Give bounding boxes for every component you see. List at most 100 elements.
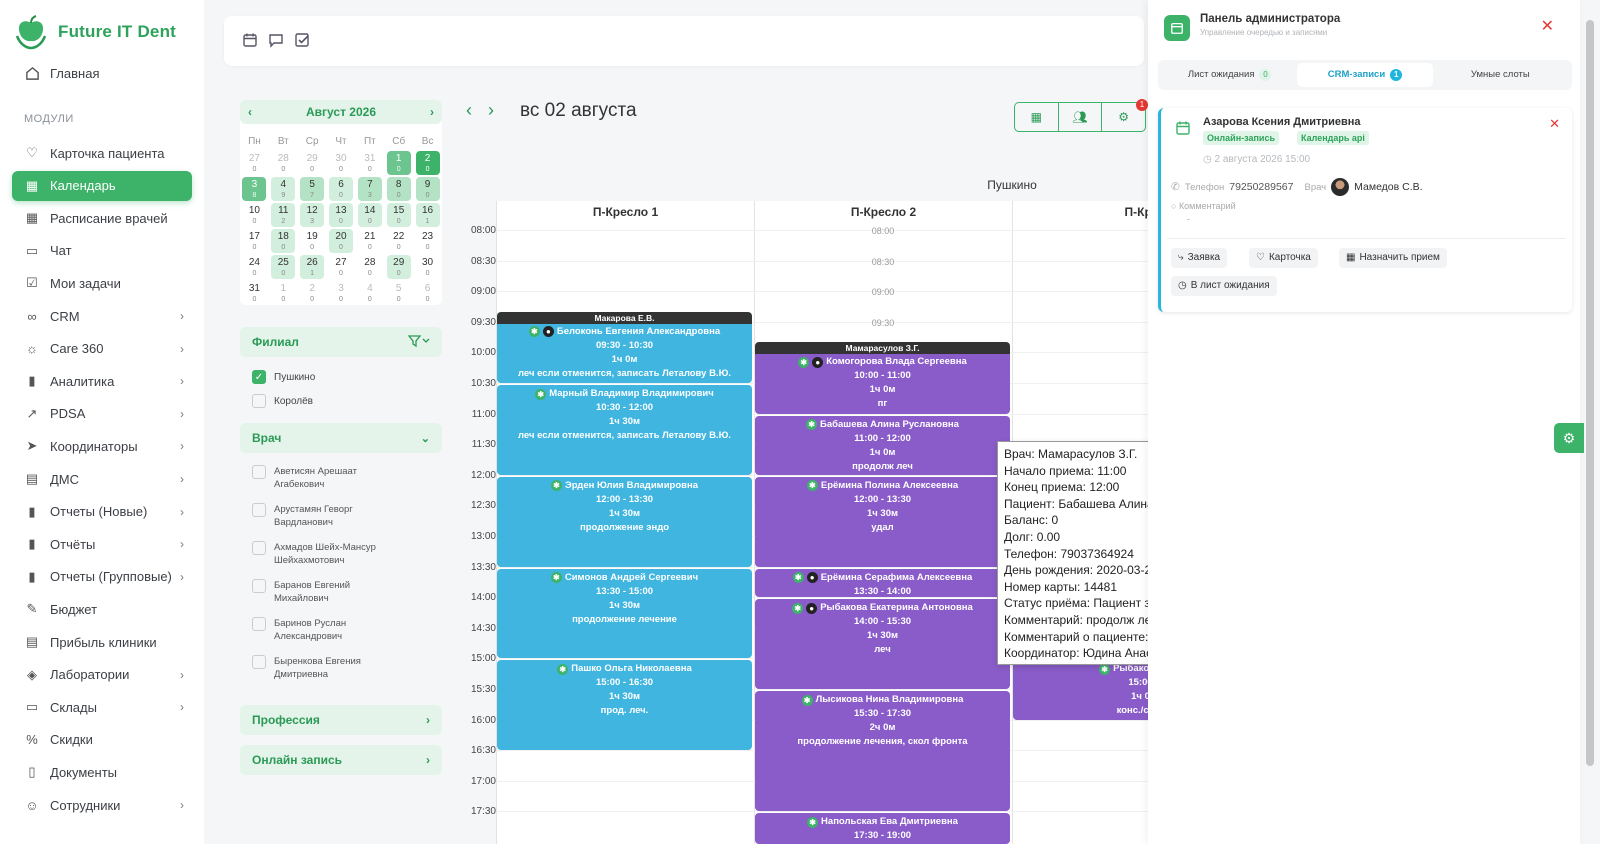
- calendar-day[interactable]: 15 0: [386, 203, 411, 227]
- appointment-block[interactable]: ✱ ● Рыбакова Екатерина Антоновна 14:00 - 15…: [755, 599, 1010, 689]
- appointment-block[interactable]: ✱ Симонов Андрей Сергеевич 13:30 - 15:00 1ч…: [497, 568, 752, 659]
- checkbox[interactable]: [252, 655, 266, 669]
- sidebar-item-3[interactable]: ▭ Чат: [12, 236, 192, 266]
- calendar-day[interactable]: 24 0: [242, 255, 266, 279]
- checkbox[interactable]: [252, 579, 266, 593]
- sidebar-item-18[interactable]: % Скидки: [12, 725, 192, 755]
- scrollbar[interactable]: [1586, 20, 1594, 766]
- calendar-day[interactable]: 20: [415, 151, 440, 175]
- panel-tab[interactable]: Лист ожидания 0: [1162, 63, 1297, 87]
- checkbox[interactable]: [252, 394, 266, 408]
- appointment-block[interactable]: ✱Рыбакова Мар15:001ч 0конс./стих: [1013, 660, 1148, 720]
- nav-home[interactable]: Главная: [12, 58, 192, 88]
- calendar-day[interactable]: 22 0: [387, 229, 411, 253]
- calendar-day[interactable]: 31 0: [242, 281, 266, 305]
- waiting-list-button[interactable]: ◷ В лист ожидания: [1171, 276, 1277, 296]
- calendar-day[interactable]: 21 0: [358, 229, 382, 253]
- sidebar-item-6[interactable]: ☼ Care 360 ›: [12, 334, 192, 364]
- calendar-day[interactable]: 16 1: [415, 203, 440, 227]
- doctor-filter-header[interactable]: Врач ⌄: [240, 423, 442, 453]
- calendar-day[interactable]: 60: [416, 281, 440, 305]
- patient-card-button[interactable]: ♡ Карточка: [1249, 248, 1318, 268]
- sidebar-item-7[interactable]: ▮ Аналитика ›: [12, 366, 192, 396]
- appointment-block[interactable]: ✱ Ерёмина Полина Алексеевна 12:00 - 13:30 1…: [755, 476, 1010, 567]
- calendar-day[interactable]: 73: [357, 177, 382, 201]
- calendar-day[interactable]: 10: [386, 151, 411, 175]
- sidebar-item-17[interactable]: ▭ Склады ›: [12, 692, 192, 722]
- doctor-checkbox[interactable]: Аветисян Арешаат Агабекович: [240, 465, 442, 503]
- sidebar-item-19[interactable]: ▯ Документы: [12, 757, 192, 787]
- calendar-day[interactable]: 30 0: [329, 151, 353, 175]
- calendar-day[interactable]: 25 0: [271, 255, 296, 279]
- doctor-checkbox[interactable]: Баранов Евгений Михайлович: [240, 579, 442, 617]
- appointment-block[interactable]: Мамарасулов З.Г. ✱ ● Комогорова Влада Серге…: [755, 342, 1010, 414]
- sidebar-item-1[interactable]: ▦ Календарь: [12, 170, 192, 201]
- calendar-day[interactable]: 11 2: [271, 203, 296, 227]
- sidebar-item-20[interactable]: ☺ Сотрудники ›: [12, 790, 192, 820]
- calendar-day[interactable]: 26 1: [300, 255, 325, 279]
- sidebar-item-4[interactable]: ☑ Мои задачи: [12, 268, 192, 298]
- calendar-day[interactable]: 20 0: [328, 229, 353, 253]
- branch-checkbox[interactable]: ✓ Пушкино: [240, 365, 442, 389]
- sidebar-item-0[interactable]: ♡ Карточка пациента: [12, 138, 192, 168]
- appointment-block[interactable]: Макарова Е.В. ✱ ● Белоконь Евгения Александ…: [497, 311, 752, 383]
- appointment-block[interactable]: ✱ Лысикова Нина Владимировна 15:30 - 17:30…: [755, 691, 1010, 812]
- calendar-day[interactable]: 29 0: [386, 255, 411, 279]
- next-day-icon[interactable]: ›: [488, 100, 494, 121]
- calendar-day[interactable]: 17 0: [242, 229, 266, 253]
- calendar-day[interactable]: 30: [329, 281, 353, 305]
- branch-checkbox[interactable]: Королёв: [240, 389, 442, 413]
- next-month-icon[interactable]: ›: [430, 105, 434, 119]
- calendar-day[interactable]: 27 0: [329, 255, 353, 279]
- calendar-day[interactable]: 12 3: [300, 203, 325, 227]
- branch-filter-header[interactable]: Филиал: [240, 327, 442, 357]
- settings-gear-icon[interactable]: ⚙︎: [1554, 423, 1584, 453]
- schedule-appointment-button[interactable]: ▦ Назначить прием: [1339, 248, 1447, 268]
- view-users-icon[interactable]: 👥︎: [1059, 103, 1103, 131]
- calendar-day[interactable]: 30 0: [416, 255, 440, 279]
- sidebar-item-5[interactable]: ∞ CRM ›: [12, 301, 192, 331]
- checkbox[interactable]: [252, 465, 266, 479]
- doctor-checkbox[interactable]: Арустамян Геворг Вардланович: [240, 503, 442, 541]
- sidebar-item-2[interactable]: ▦ Расписание врачей: [12, 203, 192, 233]
- calendar-day[interactable]: 27 0: [242, 151, 266, 175]
- close-icon[interactable]: ✕: [1549, 116, 1560, 132]
- calendar-day[interactable]: 80: [386, 177, 411, 201]
- checkbox[interactable]: [252, 541, 266, 555]
- checkbox[interactable]: [252, 503, 266, 517]
- logo[interactable]: Future IT Dent: [14, 14, 176, 50]
- sidebar-item-12[interactable]: ▮ Отчёты ›: [12, 529, 192, 559]
- panel-tab[interactable]: Умные слоты: [1433, 63, 1568, 87]
- sidebar-item-15[interactable]: ▤ Прибыль клиники: [12, 627, 192, 657]
- calendar-day[interactable]: 10: [271, 281, 295, 305]
- calendar-day[interactable]: 28 0: [271, 151, 295, 175]
- calendar-day[interactable]: 28 0: [358, 255, 382, 279]
- request-button[interactable]: ⤷ Заявка: [1171, 248, 1228, 268]
- close-icon[interactable]: ✕: [1541, 16, 1554, 36]
- sidebar-item-14[interactable]: ✎ Бюджет: [12, 594, 192, 624]
- calendar-icon[interactable]: [242, 32, 260, 50]
- checkbox[interactable]: ✓: [252, 370, 266, 384]
- chat-icon[interactable]: [268, 32, 286, 50]
- sidebar-item-10[interactable]: ▤ ДМС ›: [12, 464, 192, 494]
- calendar-day[interactable]: 50: [387, 281, 411, 305]
- calendar-day[interactable]: 40: [358, 281, 382, 305]
- appointment-block[interactable]: ✱ Напольская Ева Дмитриевна 17:30 - 19:00: [755, 813, 1010, 844]
- panel-tab[interactable]: CRM-записи 1: [1297, 63, 1433, 87]
- calendar-day[interactable]: 31 0: [358, 151, 382, 175]
- calendar-day[interactable]: 38: [242, 177, 267, 201]
- appointment-block[interactable]: ✱ Бабашева Алина Руслановна 11:00 - 12:00 1…: [755, 415, 1010, 475]
- profession-filter-header[interactable]: Профессия ›: [240, 705, 442, 735]
- sidebar-item-8[interactable]: ↗ PDSA ›: [12, 399, 192, 429]
- appointment-block[interactable]: ✱ Марный Владимир Владимирович 10:30 - 12:…: [497, 385, 752, 475]
- checkbox[interactable]: [252, 617, 266, 631]
- online-booking-filter-header[interactable]: Онлайн запись ›: [240, 745, 442, 775]
- calendar-day[interactable]: 20: [300, 281, 324, 305]
- calendar-day[interactable]: 90: [415, 177, 440, 201]
- calendar-day[interactable]: 18 0: [271, 229, 296, 253]
- sidebar-item-16[interactable]: ◈ Лаборатории ›: [12, 660, 192, 690]
- calendar-day[interactable]: 57: [300, 177, 325, 201]
- sidebar-item-11[interactable]: ▮ Отчеты (Новые) ›: [12, 497, 192, 527]
- sidebar-item-9[interactable]: ➤ Координаторы ›: [12, 431, 192, 461]
- calendar-day[interactable]: 49: [271, 177, 296, 201]
